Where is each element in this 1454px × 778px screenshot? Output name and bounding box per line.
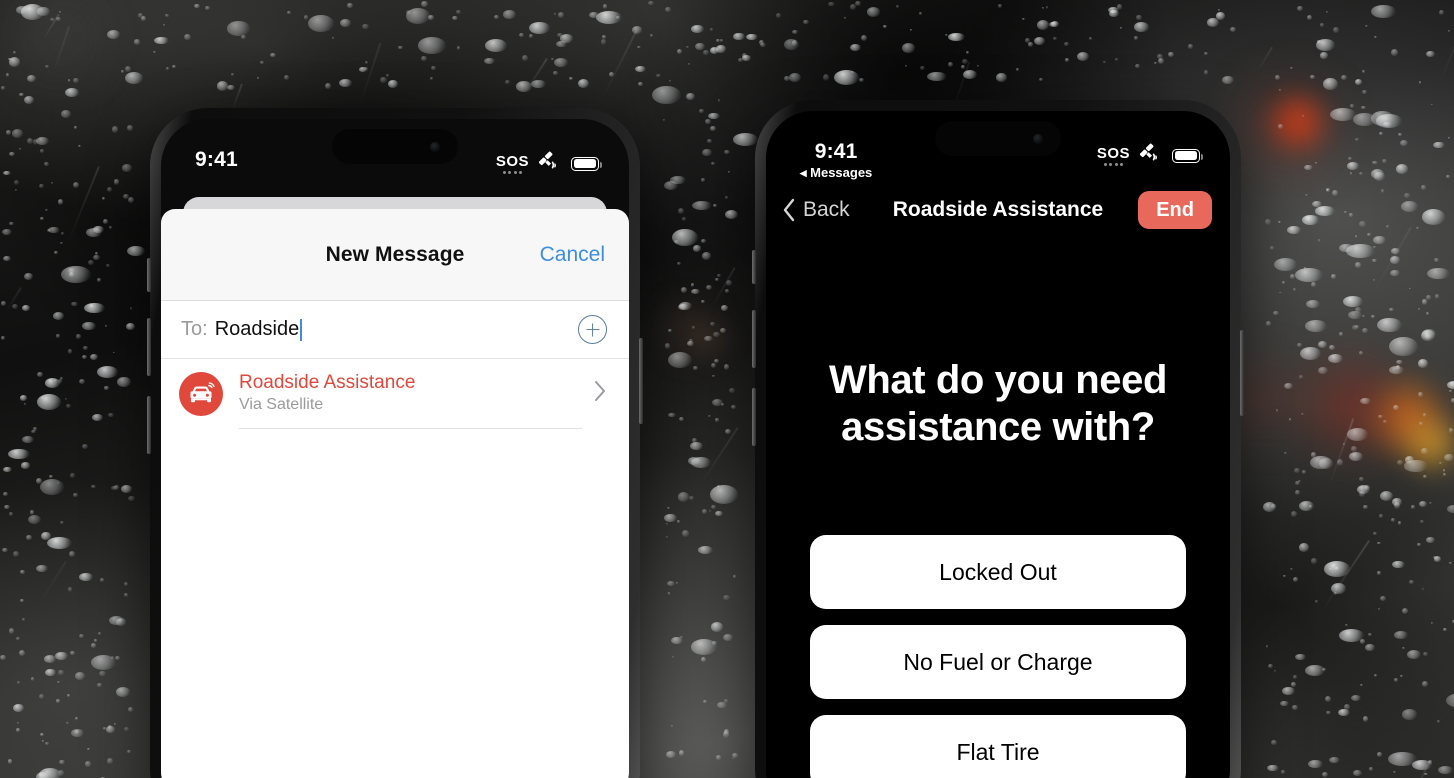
battery-icon — [571, 156, 602, 171]
page-title-right: Roadside Assistance — [892, 198, 1104, 221]
contact-name: Roadside Assistance — [239, 372, 416, 394]
sheet-nav-bar: New Message Cancel — [161, 209, 629, 301]
dynamic-island — [332, 129, 458, 164]
contact-text-group: Roadside Assistance Via Satellite — [239, 359, 582, 429]
end-button[interactable]: End — [1138, 191, 1212, 229]
list-item[interactable]: Roadside Assistance Via Satellite — [161, 359, 629, 429]
to-label: To: — [181, 318, 208, 340]
power-button[interactable] — [639, 338, 643, 424]
mute-switch[interactable] — [147, 258, 151, 292]
sheet-empty-body — [161, 429, 629, 778]
status-bar-right-group-right: SOS — [1097, 141, 1203, 170]
signal-dots-right — [1103, 162, 1124, 166]
back-button-label: Back — [803, 198, 850, 221]
sos-icon-right: SOS — [1097, 146, 1130, 166]
screen-left: 9:41 SOS New Message Cancel To: Roadside… — [161, 119, 629, 778]
battery-icon-right — [1172, 148, 1203, 163]
cancel-button[interactable]: Cancel — [540, 243, 605, 267]
chevron-left-icon — [782, 198, 796, 222]
status-bar-left-group: 9:41 — [195, 149, 238, 170]
option-no-fuel-or-charge[interactable]: No Fuel or Charge — [810, 625, 1186, 699]
assistance-options-list: Locked Out No Fuel or Charge Flat Tire — [810, 535, 1186, 778]
text-caret — [300, 318, 303, 341]
status-time: 9:41 — [195, 148, 238, 171]
option-locked-out[interactable]: Locked Out — [810, 535, 1186, 609]
to-input-text: Roadside — [214, 318, 300, 340]
add-contact-plus-icon[interactable] — [578, 315, 607, 344]
volume-down-button-right[interactable] — [752, 388, 756, 446]
signal-dots — [502, 170, 523, 174]
sos-label: SOS — [495, 152, 529, 170]
to-input[interactable]: Roadside — [215, 318, 300, 341]
new-message-sheet: New Message Cancel To: Roadside Roadside… — [161, 209, 629, 778]
mute-switch-right[interactable] — [752, 250, 756, 284]
phone-right-roadside: 9:41 ◂ Messages SOS Back Roadside Assist… — [752, 100, 1244, 778]
satellite-icon-right — [1139, 141, 1163, 170]
screen-right: 9:41 ◂ Messages SOS Back Roadside Assist… — [766, 111, 1230, 778]
sos-icon: SOS — [496, 154, 529, 174]
volume-down-button[interactable] — [147, 396, 151, 454]
volume-up-button[interactable] — [147, 318, 151, 376]
sos-label-right: SOS — [1096, 144, 1130, 162]
status-bar-right-group: SOS — [496, 149, 602, 178]
status-time-right: 9:41 — [814, 140, 858, 163]
roadside-car-icon — [179, 372, 223, 416]
volume-up-button-right[interactable] — [752, 310, 756, 368]
option-flat-tire[interactable]: Flat Tire — [810, 715, 1186, 778]
to-field-row[interactable]: To: Roadside — [161, 301, 629, 359]
satellite-icon — [538, 149, 562, 178]
dynamic-island-right — [935, 121, 1061, 156]
navigation-bar: Back Roadside Assistance End — [766, 173, 1230, 247]
page-title: New Message — [325, 242, 465, 266]
back-button[interactable]: Back — [782, 198, 850, 222]
assistance-headline: What do you need assistance with? — [828, 358, 1168, 450]
power-button-right[interactable] — [1240, 330, 1244, 416]
contact-subtitle: Via Satellite — [239, 395, 324, 413]
chevron-right-icon — [594, 380, 607, 408]
phone-left-new-message: 9:41 SOS New Message Cancel To: Roadside… — [147, 108, 643, 778]
